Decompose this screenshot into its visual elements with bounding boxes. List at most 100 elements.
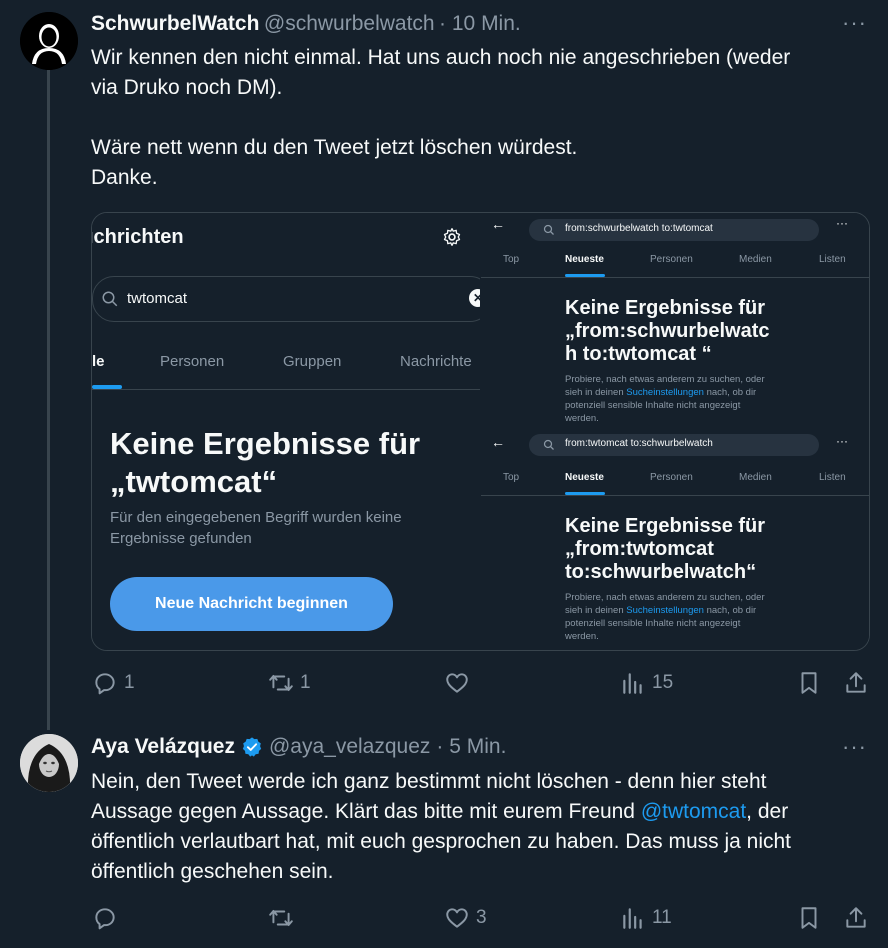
reply-button[interactable]: 1 (92, 670, 135, 696)
like-count: 3 (476, 907, 487, 928)
views-chart-icon (623, 673, 642, 694)
tab-people: Personen (650, 472, 693, 483)
no-results-heading: Keine Ergebnisse für „from:twtomcat to:s… (565, 515, 795, 584)
tweet-media-image[interactable]: ıchrichten twtomcat ✕ le Personen Gruppe… (91, 212, 870, 651)
tweet-text-line: Nein, den Tweet werde ich ganz bestimmt … (91, 770, 767, 793)
no-results-subtext: Für den eingegebenen Begriff wurden kein… (110, 507, 402, 549)
verified-badge-icon (242, 737, 262, 757)
tab-media: Medien (739, 254, 772, 265)
tweet-text-segment: , der (746, 800, 789, 823)
messages-screenshot: ıchrichten twtomcat ✕ le Personen Gruppe… (92, 213, 480, 650)
timestamp[interactable]: · 10 Min. (439, 12, 521, 35)
retweet-button[interactable]: 1 (268, 670, 311, 696)
tweet-text: Nein, den Tweet werde ich ganz bestimmt … (91, 767, 881, 887)
thread-connector-line (47, 70, 50, 730)
tweet-text-line: Wir kennen den nicht einmal. Hat uns auc… (91, 46, 791, 69)
search-settings-link: Sucheinstellungen (626, 605, 704, 616)
no-results-heading-line: Keine Ergebnisse für (565, 297, 766, 319)
search-query: from:twtomcat to:schwurbelwatch (565, 438, 713, 449)
retweet-count: 1 (300, 672, 311, 693)
tab-top: Top (503, 472, 520, 483)
more-icon: ··· (836, 216, 848, 230)
share-icon (846, 907, 866, 928)
tab-indicator (92, 385, 122, 389)
hint-text: nach, ob dir (703, 605, 757, 616)
like-button[interactable]: 3 (444, 905, 487, 931)
share-icon (846, 672, 866, 693)
views-button[interactable]: 11 (620, 905, 672, 931)
bookmark-icon (801, 907, 817, 929)
avatar-schwurbelwatch[interactable] (20, 12, 78, 70)
views-button[interactable]: 15 (620, 670, 673, 696)
messages-search-box: twtomcat ✕ (92, 276, 480, 322)
messages-tab-people: Personen (160, 353, 225, 370)
search-result-panel-top: ← from:schwurbelwatch to:twtomcat ··· To… (481, 213, 869, 432)
hint-line: werden. (565, 631, 599, 642)
tweet-text-line: Wäre nett wenn du den Tweet jetzt lösche… (91, 136, 578, 159)
tweet-text-line: öffentlich geschehen sein. (91, 860, 334, 883)
bookmark-button[interactable] (796, 905, 822, 931)
hint-text: sieh in deinen (565, 387, 627, 398)
search-icon (543, 439, 554, 450)
hint-text: nach, ob dir (703, 387, 757, 398)
author-name[interactable]: SchwurbelWatch (91, 12, 259, 35)
clear-icon: ✕ (469, 289, 480, 307)
share-button[interactable] (843, 905, 869, 931)
search-query: from:schwurbelwatch to:twtomcat (565, 223, 713, 234)
no-results-heading: Keine Ergebnisse für „from:schwurbelwatc… (565, 297, 795, 366)
reply-button[interactable] (92, 905, 124, 931)
tweet-text-line: öffentlich verlautbart hat, mit euch ges… (91, 830, 792, 853)
no-results-hint: Probiere, nach etwas anderem zu suchen, … (565, 373, 785, 425)
tab-people: Personen (650, 254, 693, 265)
more-options-button[interactable]: ··· (842, 734, 867, 760)
heart-icon (446, 673, 468, 693)
timestamp[interactable]: · 5 Min. (436, 735, 506, 759)
new-message-button: Neue Nachricht beginnen (110, 577, 393, 631)
author-handle[interactable]: @aya_velazquez (269, 735, 430, 759)
tab-latest: Neueste (565, 472, 604, 483)
search-bar: from:schwurbelwatch to:twtomcat (529, 219, 819, 241)
search-icon (102, 291, 118, 307)
hint-line: potenziell sensible Inhalte nicht angeze… (565, 400, 741, 411)
author-handle[interactable]: @schwurbelwatch (264, 12, 435, 35)
views-count: 11 (652, 907, 672, 928)
no-results-hint: Probiere, nach etwas anderem zu suchen, … (565, 591, 785, 643)
views-chart-icon (623, 908, 642, 929)
mention-link[interactable]: @twtomcat (641, 800, 746, 823)
views-count: 15 (652, 672, 674, 693)
tweet-text-blank (91, 103, 881, 133)
retweet-button[interactable] (268, 905, 300, 931)
reply-icon (95, 673, 115, 695)
divider (92, 389, 480, 390)
no-results-heading-line: h to:twtomcat “ (565, 343, 712, 365)
no-results-heading-line: Keine Ergebnisse für (565, 515, 766, 537)
tab-top: Top (503, 254, 520, 265)
no-results-subtext-line: Ergebnisse gefunden (110, 530, 252, 547)
no-results-heading: Keine Ergebnisse für „twtomcat“ (110, 425, 420, 501)
no-results-heading-line: „from:schwurbelwatc (565, 320, 770, 342)
bookmark-button[interactable] (796, 670, 822, 696)
retweet-icon (269, 674, 293, 692)
hint-line: potenziell sensible Inhalte nicht angeze… (565, 618, 741, 629)
avatar-aya-velazquez[interactable] (20, 734, 78, 792)
like-button[interactable] (444, 670, 476, 696)
search-tabs: Top Neueste Personen Medien Listen (481, 467, 869, 496)
messages-title: ıchrichten (92, 226, 184, 248)
heart-icon (446, 908, 468, 928)
more-icon: ··· (836, 434, 848, 448)
search-bar: from:twtomcat to:schwurbelwatch (529, 434, 819, 456)
tab-lists: Listen (819, 472, 846, 483)
back-arrow-icon: ← (491, 434, 505, 450)
author-name[interactable]: Aya Velázquez (91, 735, 235, 759)
search-tabs: Top Neueste Personen Medien Listen (481, 249, 869, 278)
hint-line-with-link: sieh in deinen Sucheinstellungen nach, o… (565, 386, 785, 399)
share-button[interactable] (843, 670, 869, 696)
reply-icon (95, 908, 115, 930)
more-options-button[interactable]: ··· (842, 10, 867, 36)
tab-latest: Neueste (565, 254, 604, 265)
hint-line: Probiere, nach etwas anderem zu suchen, … (565, 592, 765, 603)
tweet-text-line: via Druko noch DM). (91, 76, 283, 99)
tweet-text-segment: Aussage gegen Aussage. Klärt das bitte m… (91, 800, 641, 823)
messages-tab-groups: Gruppen (283, 353, 342, 370)
tab-indicator (565, 274, 605, 277)
